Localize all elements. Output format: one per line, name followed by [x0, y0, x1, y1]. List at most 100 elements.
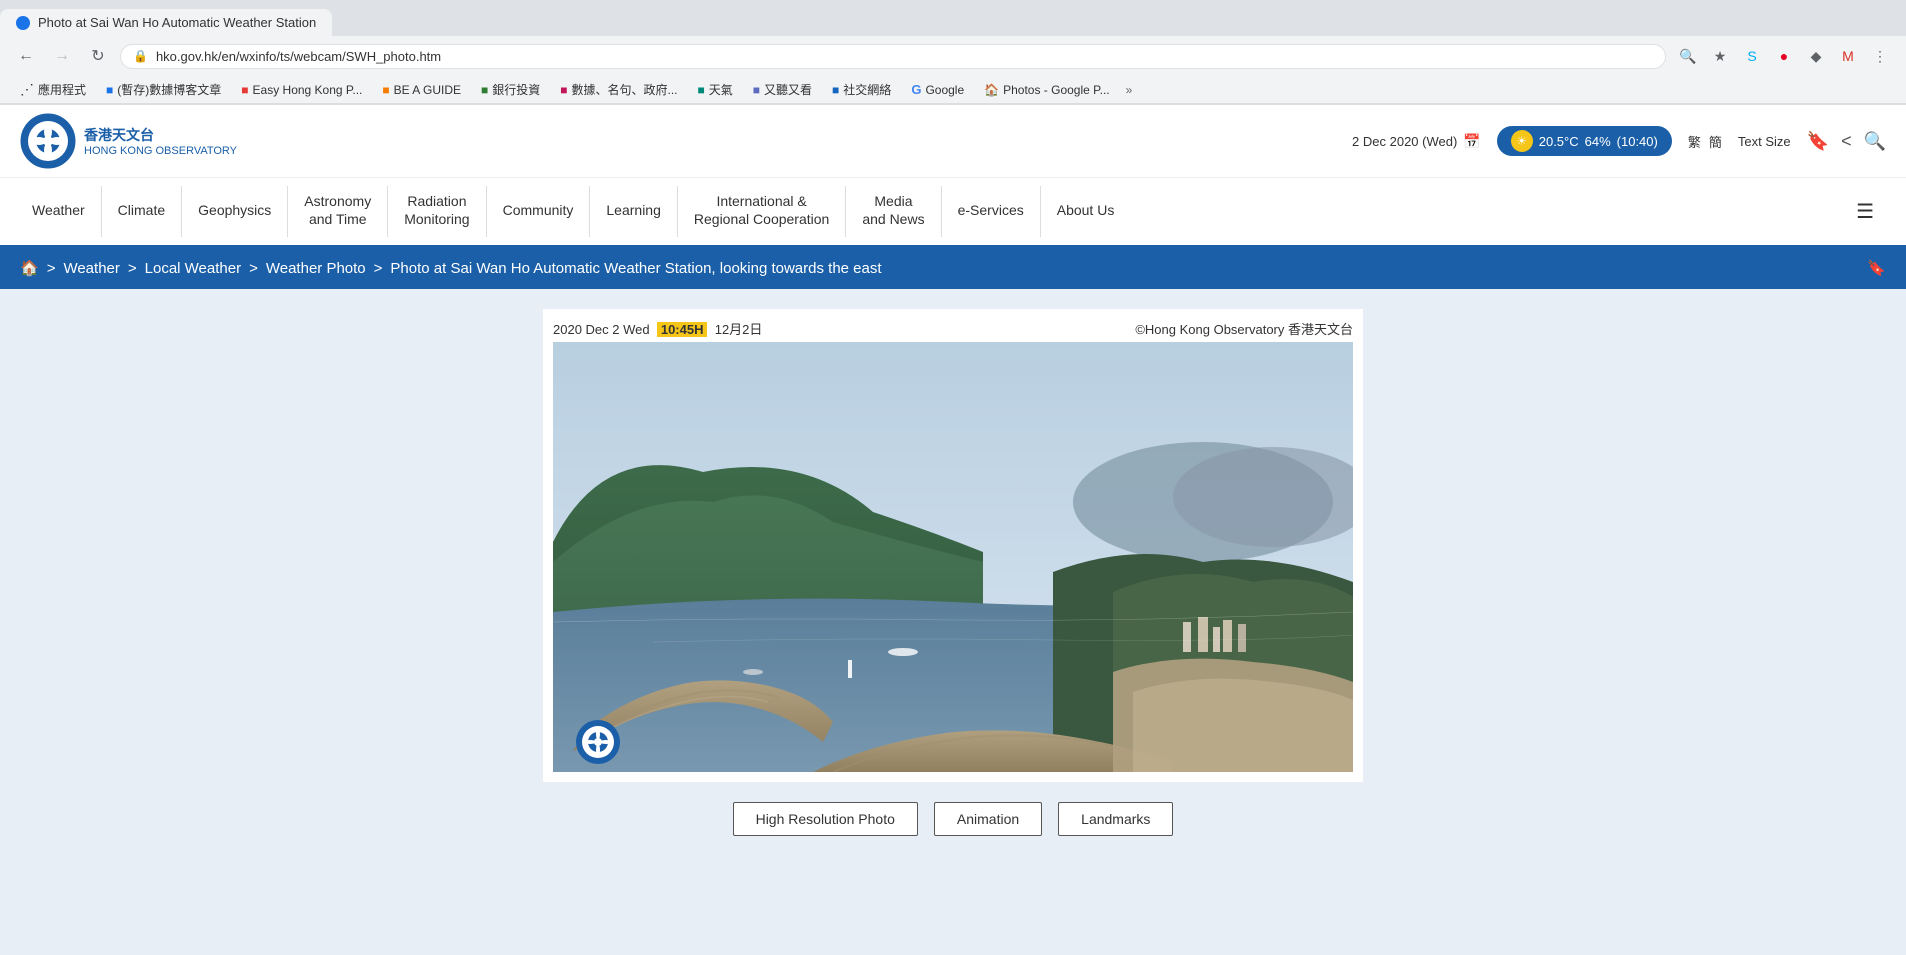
url-text: hko.gov.hk/en/wxinfo/ts/webcam/SWH_photo…: [156, 49, 1653, 64]
address-bar[interactable]: 🔒 hko.gov.hk/en/wxinfo/ts/webcam/SWH_pho…: [120, 44, 1666, 69]
bookmark-apps[interactable]: ⋰ 應用程式: [12, 79, 94, 100]
webcam-image: [553, 342, 1353, 772]
logo-en-text: HONG KONG OBSERVATORY: [84, 145, 237, 157]
webcam-date-label: 2020 Dec 2 Wed: [553, 322, 650, 337]
bookmarks-more[interactable]: »: [1126, 83, 1133, 97]
breadcrumb-bookmark-icon[interactable]: 🔖: [1867, 259, 1886, 277]
webcam-date-zh: 12月2日: [715, 322, 763, 337]
bookmark-3[interactable]: ■ BE A GUIDE: [374, 81, 469, 99]
breadcrumb-home[interactable]: 🏠: [20, 259, 39, 277]
calendar-icon: 📅: [1463, 133, 1480, 150]
more-icon[interactable]: ⋮: [1866, 42, 1894, 70]
bookmark-3-label: BE A GUIDE: [394, 83, 461, 97]
breadcrumb-sep-2: >: [249, 260, 258, 277]
sun-icon: ☀: [1511, 130, 1533, 152]
tab-title: Photo at Sai Wan Ho Automatic Weather St…: [38, 15, 316, 30]
breadcrumb-sep-0: >: [47, 260, 56, 277]
hko-header-right: 2 Dec 2020 (Wed) 📅 ☀ 20.5°C 64% (10:40) …: [1352, 126, 1886, 156]
logo-zh-text: 香港天文台: [84, 125, 237, 145]
extensions-icon[interactable]: ◆: [1802, 42, 1830, 70]
hko-date: 2 Dec 2020 (Wed) 📅: [1352, 133, 1481, 150]
nav-about[interactable]: About Us: [1041, 178, 1131, 245]
tab-favicon: [16, 16, 30, 30]
webcam-header-row: 2020 Dec 2 Wed 10:45H 12月2日 ©Hong Kong O…: [553, 319, 1353, 338]
webcam-time-highlight: 10:45H: [657, 322, 708, 337]
site-wrapper: 香港天文台 HONG KONG OBSERVATORY 2 Dec 2020 (…: [0, 105, 1906, 856]
nav-media[interactable]: Mediaand News: [846, 178, 940, 245]
bookmark-2-label: Easy Hong Kong P...: [253, 83, 363, 97]
nav-climate[interactable]: Climate: [102, 178, 181, 245]
hko-navigation: Weather Climate Geophysics Astronomyand …: [0, 178, 1906, 247]
lang-simplified[interactable]: 簡: [1709, 132, 1722, 151]
nav-astronomy[interactable]: Astronomyand Time: [288, 178, 387, 245]
webcam-container: 2020 Dec 2 Wed 10:45H 12月2日 ©Hong Kong O…: [543, 309, 1363, 782]
bookmark-8[interactable]: ■ 社交網絡: [824, 79, 899, 100]
hamburger-menu[interactable]: ☰: [1840, 178, 1890, 245]
hko-logo[interactable]: 香港天文台 HONG KONG OBSERVATORY: [20, 113, 237, 169]
browser-nav-icons: 🔍 ★ S ● ◆ M ⋮: [1674, 42, 1894, 70]
bookmark-google-label: Google: [925, 83, 964, 97]
animation-button[interactable]: Animation: [934, 802, 1042, 836]
bookmark-7-label: 又聽又看: [764, 81, 812, 98]
bookmark-8-label: 社交網絡: [843, 81, 891, 98]
breadcrumb-weather-photo[interactable]: Weather Photo: [266, 260, 366, 277]
humidity-text: 64%: [1585, 134, 1611, 149]
header-bookmark-icon[interactable]: 🔖: [1807, 131, 1829, 152]
temperature-text: 20.5°C: [1539, 134, 1579, 149]
webcam-date-time: 2020 Dec 2 Wed 10:45H 12月2日: [553, 319, 762, 338]
back-button[interactable]: ←: [12, 42, 40, 70]
bookmark-7[interactable]: ■ 又聽又看: [745, 79, 820, 100]
bookmark-1-label: (暫存)數據博客文章: [117, 81, 221, 98]
breadcrumb: 🏠 > Weather > Local Weather > Weather Ph…: [0, 247, 1906, 289]
bookmark-star-icon[interactable]: ★: [1706, 42, 1734, 70]
bookmark-google[interactable]: G Google: [903, 80, 972, 99]
bookmarks-bar: ⋰ 應用程式 ■ (暫存)數據博客文章 ■ Easy Hong Kong P..…: [0, 76, 1906, 104]
landmarks-button[interactable]: Landmarks: [1058, 802, 1173, 836]
breadcrumb-sep-3: >: [374, 260, 383, 277]
lock-icon: 🔒: [133, 49, 148, 63]
browser-tab-bar: Photo at Sai Wan Ho Automatic Weather St…: [0, 0, 1906, 36]
gmail-icon[interactable]: M: [1834, 42, 1862, 70]
nav-radiation[interactable]: RadiationMonitoring: [388, 178, 485, 245]
bookmark-2[interactable]: ■ Easy Hong Kong P...: [233, 81, 370, 99]
lang-traditional[interactable]: 繁: [1688, 132, 1701, 151]
nav-learning[interactable]: Learning: [590, 178, 677, 245]
text-size-control[interactable]: Text Size: [1738, 134, 1791, 149]
nav-community[interactable]: Community: [487, 178, 590, 245]
hko-logo-svg: [20, 113, 76, 169]
hko-main-content: 2020 Dec 2 Wed 10:45H 12月2日 ©Hong Kong O…: [0, 289, 1906, 856]
breadcrumb-current-page: Photo at Sai Wan Ho Automatic Weather St…: [390, 260, 881, 277]
nav-eservices[interactable]: e-Services: [942, 178, 1040, 245]
weather-badge: ☀ 20.5°C 64% (10:40): [1497, 126, 1672, 156]
header-search-icon[interactable]: 🔍: [1864, 131, 1886, 152]
bookmark-photos[interactable]: 🏠 Photos - Google P...: [976, 81, 1117, 99]
pinterest-icon[interactable]: ●: [1770, 42, 1798, 70]
time-text: (10:40): [1617, 134, 1658, 149]
reload-button[interactable]: ↻: [84, 42, 112, 70]
webcam-copyright: ©Hong Kong Observatory 香港天文台: [1135, 319, 1353, 338]
forward-button[interactable]: →: [48, 42, 76, 70]
bookmark-1[interactable]: ■ (暫存)數據博客文章: [98, 79, 229, 100]
high-resolution-button[interactable]: High Resolution Photo: [733, 802, 918, 836]
nav-geophysics[interactable]: Geophysics: [182, 178, 287, 245]
bookmark-apps-label: 應用程式: [38, 81, 86, 98]
webcam-svg-scene: [553, 342, 1353, 772]
nav-international[interactable]: International &Regional Cooperation: [678, 178, 845, 245]
breadcrumb-sep-1: >: [128, 260, 137, 277]
hko-logo-text: 香港天文台 HONG KONG OBSERVATORY: [84, 125, 237, 157]
webcam-action-buttons: High Resolution Photo Animation Landmark…: [733, 802, 1174, 836]
header-share-icon[interactable]: <: [1841, 131, 1852, 152]
browser-chrome: Photo at Sai Wan Ho Automatic Weather St…: [0, 0, 1906, 105]
bookmark-5[interactable]: ■ 數據、名句、政府...: [552, 79, 685, 100]
breadcrumb-weather[interactable]: Weather: [63, 260, 119, 277]
active-tab[interactable]: Photo at Sai Wan Ho Automatic Weather St…: [0, 9, 332, 36]
breadcrumb-local-weather[interactable]: Local Weather: [145, 260, 241, 277]
skype-icon[interactable]: S: [1738, 42, 1766, 70]
bookmark-6[interactable]: ■ 天氣: [690, 79, 741, 100]
bookmark-4[interactable]: ■ 銀行投資: [473, 79, 548, 100]
search-icon-btn[interactable]: 🔍: [1674, 42, 1702, 70]
nav-weather[interactable]: Weather: [16, 178, 101, 245]
header-action-icons: 🔖 < 🔍: [1807, 131, 1886, 152]
hko-header: 香港天文台 HONG KONG OBSERVATORY 2 Dec 2020 (…: [0, 105, 1906, 178]
browser-nav-bar: ← → ↻ 🔒 hko.gov.hk/en/wxinfo/ts/webcam/S…: [0, 36, 1906, 76]
